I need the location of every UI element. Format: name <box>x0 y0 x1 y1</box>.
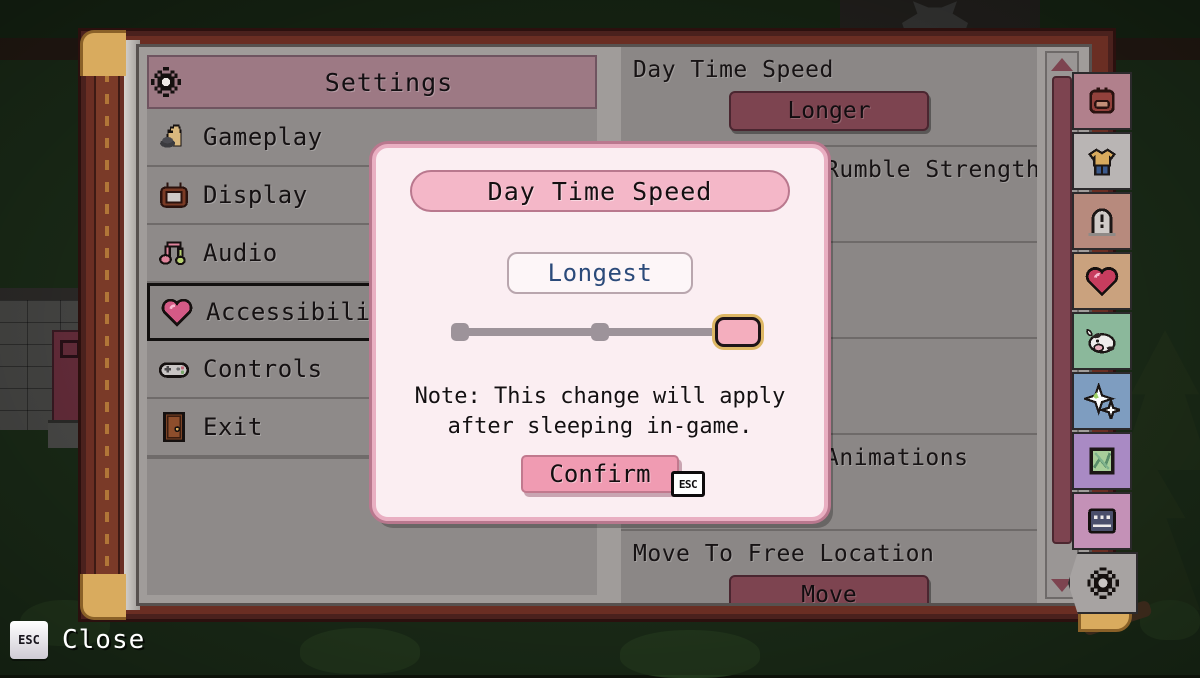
day-time-speed-slider[interactable] <box>450 314 750 348</box>
option-row-day-time-speed[interactable]: Day Time Speed Longer <box>621 47 1037 147</box>
dialog-note-line-2: after sleeping in-game. <box>400 412 800 442</box>
toolbar-relationships-button[interactable] <box>1072 252 1132 310</box>
toolbar-settings-button[interactable] <box>1068 552 1138 614</box>
menu-header-title: Settings <box>183 68 595 97</box>
sidebar-item-label: Audio <box>203 239 278 267</box>
confirm-button[interactable]: Confirm ESC <box>521 455 679 493</box>
dialog-actions: Confirm ESC <box>376 455 824 493</box>
toolbar-animals-button[interactable] <box>1072 312 1132 370</box>
toolbar-backpack-button[interactable] <box>1072 72 1132 130</box>
menu-header: Settings <box>147 55 597 109</box>
close-hint[interactable]: ESC Close <box>10 621 145 659</box>
dialog-note-line-1: Note: This change will apply <box>400 382 800 412</box>
scroll-up-arrow-icon[interactable] <box>1051 58 1073 71</box>
scrollbar-track[interactable] <box>1052 76 1072 574</box>
book-corner-top-left <box>80 30 126 76</box>
sidebar-item-label: Gameplay <box>203 123 323 151</box>
day-time-speed-dialog: Day Time Speed Longest Note: This change… <box>372 144 828 521</box>
toolbar-journal-button[interactable] <box>1072 492 1132 550</box>
sidebar-item-label: Controls <box>203 355 323 383</box>
backpack-icon <box>1084 83 1120 119</box>
heart-icon <box>160 295 194 329</box>
dialog-note: Note: This change will apply after sleep… <box>400 382 800 442</box>
journal-icon <box>1084 503 1120 539</box>
tv-icon <box>157 178 191 212</box>
slider-stop-2[interactable] <box>591 323 609 341</box>
toolbar-map-button[interactable] <box>1072 432 1132 490</box>
chess-knight-icon <box>157 120 191 154</box>
esc-key-icon: ESC <box>10 621 48 659</box>
book-spine-stitching <box>105 50 109 600</box>
heart-icon <box>1084 263 1120 299</box>
music-notes-icon <box>157 236 191 270</box>
dialog-value-display: Longest <box>507 252 693 294</box>
confirm-button-label: Confirm <box>549 460 650 488</box>
close-hint-label: Close <box>62 625 145 655</box>
toolbar-wardrobe-button[interactable] <box>1072 132 1132 190</box>
option-label: Move To Free Location <box>633 541 1025 567</box>
gamepad-icon <box>157 352 191 386</box>
option-value-button[interactable]: Longer <box>729 91 929 131</box>
toolbar-quests-button[interactable] <box>1072 192 1132 250</box>
esc-key-badge: ESC <box>671 471 705 497</box>
dialog-title: Day Time Speed <box>410 170 790 212</box>
tombstone-icon <box>1084 203 1120 239</box>
book-spine <box>94 42 120 608</box>
option-label: Day Time Speed <box>633 57 1025 83</box>
door-icon <box>157 410 191 444</box>
option-value-button[interactable]: Move <box>729 575 929 603</box>
slider-stop-1[interactable] <box>451 323 469 341</box>
map-icon <box>1084 443 1120 479</box>
toolbar-magic-button[interactable] <box>1072 372 1132 430</box>
sidebar-item-label: Exit <box>203 413 263 441</box>
sparkle-icon <box>1084 383 1120 419</box>
shirt-icon <box>1084 143 1120 179</box>
gear-icon <box>1085 565 1121 601</box>
scrollbar-thumb[interactable] <box>1052 76 1072 544</box>
option-row-move-to-free-location[interactable]: Move To Free Location Move <box>621 531 1037 603</box>
gear-icon <box>149 65 183 99</box>
sidebar-item-label: Display <box>203 181 308 209</box>
book-corner-bottom-left <box>80 574 126 620</box>
side-icon-toolbar <box>1072 72 1136 616</box>
slider-handle[interactable] <box>715 317 761 347</box>
cow-icon <box>1084 323 1120 359</box>
